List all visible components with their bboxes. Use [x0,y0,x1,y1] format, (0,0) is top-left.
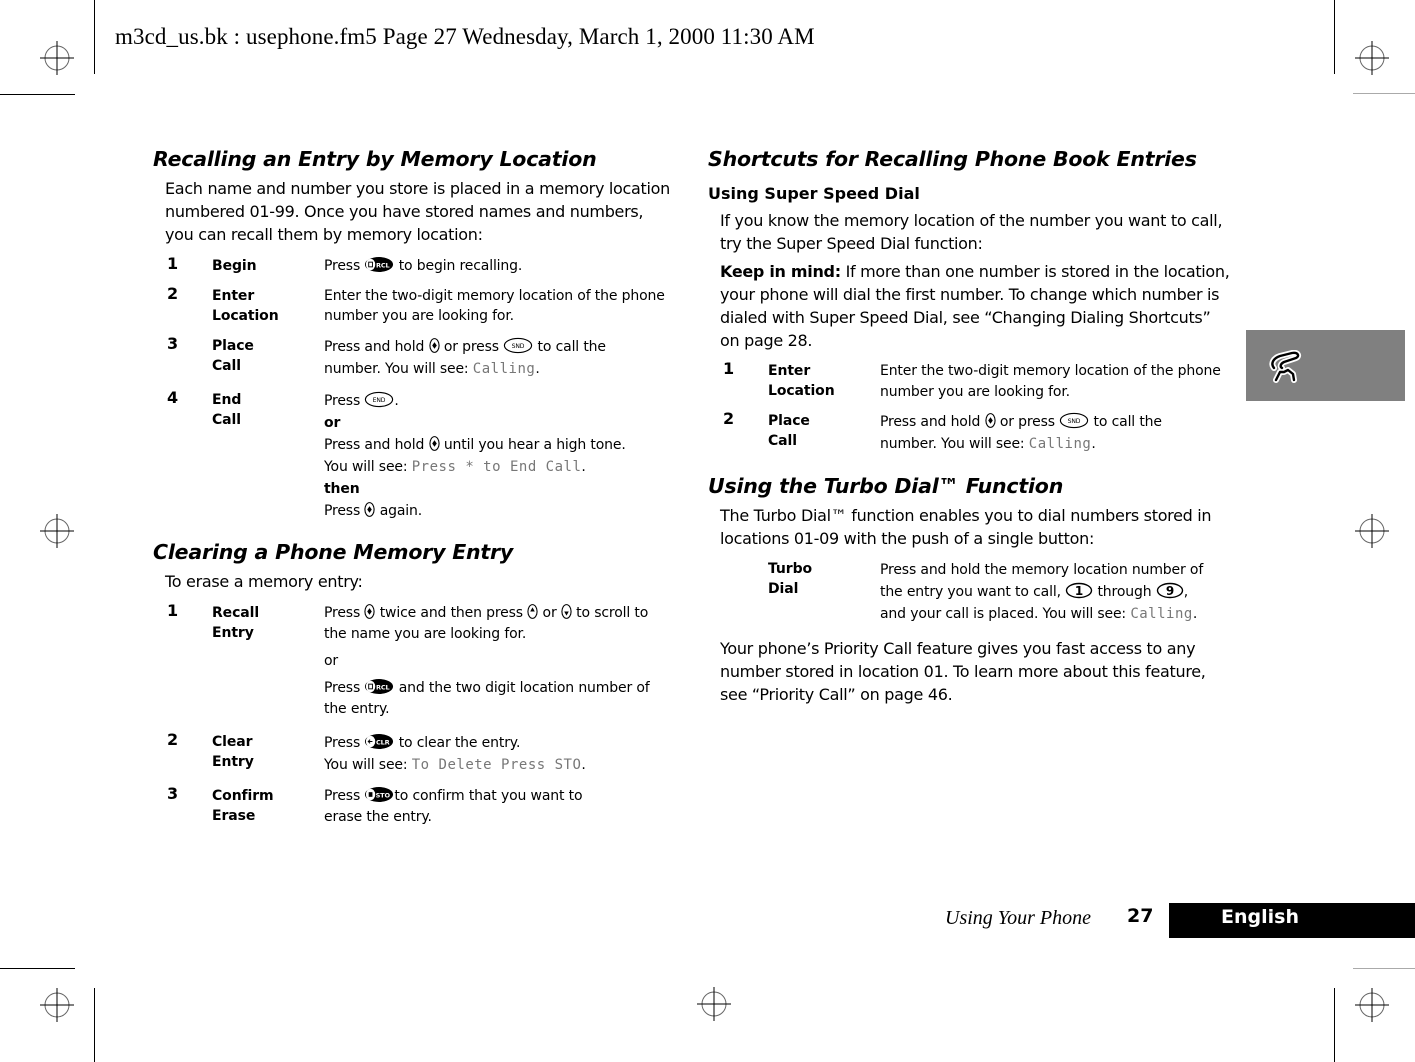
clr-key-icon [364,733,394,750]
language-tab: English [1169,903,1415,938]
lcd-text: Calling [1028,436,1092,452]
registration-mark-icon [697,987,731,1021]
registration-mark-icon [1355,41,1389,75]
turbo-intro: The Turbo Dial™ function enables you to … [720,506,1212,548]
section-title-recall: Recalling an Entry by Memory Location [153,147,597,171]
recall-intro: Each name and number you store is placed… [165,179,670,244]
chapter-side-tab [1246,330,1405,401]
menu-key-icon [985,412,996,429]
crop-mark [94,0,95,74]
menu-key-icon [364,603,375,620]
page-number: 27 [1127,905,1154,927]
priority-call-note: Your phone’s Priority Call feature gives… [720,639,1206,704]
scroll-up-key-icon [527,603,538,620]
registration-mark-icon [1355,514,1389,548]
sto-key-icon [364,786,394,803]
lcd-text: Press * to End Call [411,459,582,475]
svg-text:9: 9 [1166,584,1174,598]
registration-mark-icon [40,514,74,548]
clear-intro: To erase a memory entry: [165,572,363,591]
phone-handset-icon [1269,350,1302,383]
lcd-text: To Delete Press STO [411,757,582,773]
super-speed-intro: If you know the memory location of the n… [720,211,1223,253]
key-1-icon: 1 [1065,582,1093,599]
print-header: m3cd_us.bk : usephone.fm5 Page 27 Wednes… [115,24,815,49]
registration-mark-icon [40,988,74,1022]
crop-mark [0,968,75,969]
rcl-key-icon [364,256,394,273]
section-title-clear: Clearing a Phone Memory Entry [153,540,514,564]
crop-mark [1353,93,1415,94]
crop-mark [1353,968,1415,969]
menu-key-icon [364,501,375,518]
end-key-icon [364,391,394,408]
registration-mark-icon [40,41,74,75]
snd-key-icon [1059,412,1089,429]
section-title-turbo-dial: Using the Turbo Dial™ Function [708,474,1064,498]
crop-mark [0,94,75,95]
registration-mark-icon [1355,988,1389,1022]
crop-mark [1334,988,1335,1062]
menu-key-icon [429,435,440,452]
key-9-icon: 9 [1156,582,1183,599]
crop-mark [1334,0,1335,74]
svg-text:1: 1 [1075,584,1083,598]
crop-mark [94,988,95,1062]
note-label: Keep in mind: [720,262,841,281]
scroll-down-key-icon [561,603,572,620]
menu-key-icon [429,337,440,354]
rcl-key-icon [364,678,394,695]
language-label: English [1221,906,1299,928]
keep-in-mind-note: Keep in mind: If more than one number is… [720,262,1230,350]
subsection-title-super-speed-dial: Using Super Speed Dial [708,184,920,203]
section-title-shortcuts: Shortcuts for Recalling Phone Book Entri… [708,147,1197,171]
lcd-text: Calling [472,361,536,377]
footer-chapter-title: Using Your Phone [945,907,1091,929]
lcd-text: Calling [1130,606,1193,622]
snd-key-icon [503,337,533,354]
